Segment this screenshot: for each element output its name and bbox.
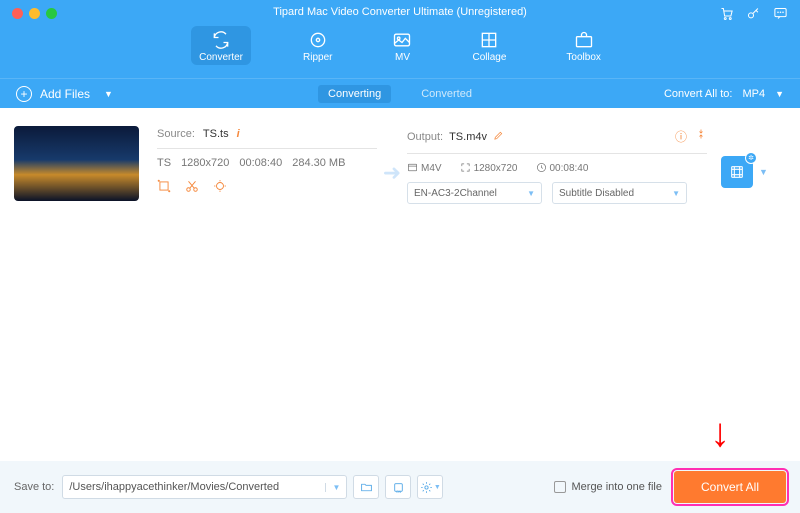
- settings-button[interactable]: ▼: [417, 475, 443, 499]
- source-resolution: 1280x720: [181, 157, 229, 169]
- add-files-label: Add Files: [40, 87, 90, 101]
- edit-icon[interactable]: [493, 130, 504, 144]
- source-duration: 00:08:40: [239, 157, 282, 169]
- tab-collage[interactable]: Collage: [464, 26, 514, 65]
- open-folder-button[interactable]: [353, 475, 379, 499]
- chevron-down-icon: ▼: [775, 89, 784, 99]
- output-container: M4V: [421, 163, 442, 174]
- video-thumbnail[interactable]: [14, 126, 139, 201]
- convert-all-button[interactable]: Convert All: [674, 471, 786, 503]
- annotation-arrow: ↓: [710, 413, 730, 453]
- crop-icon[interactable]: [157, 179, 171, 196]
- tab-ripper[interactable]: Ripper: [295, 26, 340, 65]
- film-icon: ✲: [721, 156, 753, 188]
- file-item: Source: TS.ts i TS 1280x720 00:08:40 284…: [14, 120, 786, 220]
- feedback-icon[interactable]: [773, 6, 788, 24]
- footer-bar: Save to: /Users/ihappyacethinker/Movies/…: [0, 461, 800, 513]
- convert-all-to-dropdown[interactable]: Convert All to: MP4 ▼: [664, 88, 784, 100]
- source-panel: Source: TS.ts i TS 1280x720 00:08:40 284…: [157, 120, 377, 196]
- tab-converted[interactable]: Converted: [411, 85, 482, 103]
- cart-icon[interactable]: [719, 6, 734, 24]
- enhance-icon[interactable]: [213, 179, 227, 196]
- add-files-button[interactable]: + Add Files ▼: [16, 86, 113, 102]
- source-size: 284.30 MB: [292, 157, 345, 169]
- gpu-accel-button[interactable]: ON: [385, 475, 411, 499]
- plus-icon: +: [16, 86, 32, 102]
- main-tabs: Converter Ripper MV Collage Toolbox: [0, 26, 800, 65]
- source-label: Source:: [157, 128, 195, 140]
- merge-label: Merge into one file: [572, 481, 663, 493]
- convert-all-to-label: Convert All to:: [664, 88, 732, 100]
- gear-icon: ✲: [745, 152, 757, 164]
- minimize-window[interactable]: [29, 8, 40, 19]
- tab-toolbox[interactable]: Toolbox: [558, 26, 608, 65]
- arrow-right-icon: ➜: [377, 160, 407, 186]
- audio-track-select[interactable]: EN-AC3-2Channel▼: [407, 182, 542, 204]
- cut-icon[interactable]: [185, 179, 199, 196]
- save-path-input[interactable]: /Users/ihappyacethinker/Movies/Converted…: [62, 475, 347, 499]
- window-title: Tipard Mac Video Converter Ultimate (Unr…: [0, 0, 800, 18]
- path-dropdown[interactable]: ▼: [325, 483, 340, 492]
- subtitle-select[interactable]: Subtitle Disabled▼: [552, 182, 687, 204]
- output-profile-button[interactable]: ✲ ▼: [721, 156, 768, 188]
- info-icon[interactable]: ⓘ: [675, 128, 687, 145]
- close-window[interactable]: [12, 8, 23, 19]
- status-tabs: Converting Converted: [318, 85, 482, 103]
- save-path-value: /Users/ihappyacethinker/Movies/Converted: [69, 481, 279, 493]
- window-controls: [12, 8, 57, 19]
- info-icon[interactable]: i: [237, 128, 240, 140]
- source-ext: TS: [157, 157, 171, 169]
- tab-mv[interactable]: MV: [384, 26, 420, 65]
- compress-icon[interactable]: [695, 128, 707, 145]
- svg-text:ON: ON: [396, 489, 402, 493]
- checkbox-icon: [554, 481, 566, 493]
- source-filename: TS.ts: [203, 128, 229, 140]
- convert-all-format: MP4: [742, 88, 765, 100]
- output-filename: TS.m4v: [449, 131, 487, 143]
- tab-converting[interactable]: Converting: [318, 85, 391, 103]
- merge-checkbox[interactable]: Merge into one file: [554, 481, 663, 493]
- app-header: Tipard Mac Video Converter Ultimate (Unr…: [0, 0, 800, 78]
- output-label: Output:: [407, 131, 443, 143]
- key-icon[interactable]: [746, 6, 761, 24]
- output-panel: Output: TS.m4v ⓘ M4V 1280x720 00:08:40 E…: [407, 120, 707, 204]
- output-duration: 00:08:40: [550, 163, 589, 174]
- maximize-window[interactable]: [46, 8, 57, 19]
- chevron-down-icon: ▼: [759, 167, 768, 177]
- save-to-label: Save to:: [14, 481, 54, 493]
- output-resolution: 1280x720: [474, 163, 518, 174]
- sub-toolbar: + Add Files ▼ Converting Converted Conve…: [0, 78, 800, 108]
- chevron-down-icon: ▼: [104, 89, 113, 99]
- tab-converter[interactable]: Converter: [191, 26, 251, 65]
